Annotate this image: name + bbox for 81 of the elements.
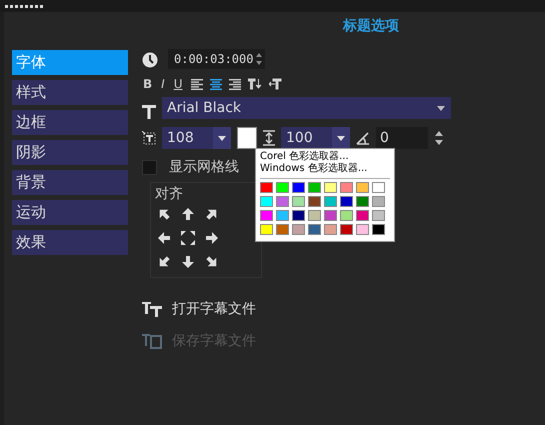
caret-icon <box>337 136 345 140</box>
spin-icon[interactable] <box>255 52 264 66</box>
color-swatch[interactable] <box>276 196 289 207</box>
sidebar-tab[interactable]: 边框 <box>12 110 128 135</box>
align-right-icon[interactable] <box>228 78 240 90</box>
color-swatch[interactable] <box>356 196 369 207</box>
color-swatch[interactable] <box>260 224 273 235</box>
color-swatch[interactable] <box>372 224 385 235</box>
color-swatch[interactable] <box>324 210 337 221</box>
color-swatch[interactable] <box>356 224 369 235</box>
timecode-field[interactable]: 0:00:03:000 <box>168 49 266 69</box>
color-swatch[interactable] <box>292 210 305 221</box>
text-size-icon <box>142 131 156 145</box>
text-color-swatch[interactable] <box>237 127 257 149</box>
rotation-field[interactable]: 0 <box>376 127 428 149</box>
checkbox-label: 显示网格线 <box>169 158 239 176</box>
color-swatch[interactable] <box>260 196 273 207</box>
color-swatch[interactable] <box>340 210 353 221</box>
open-file-icon[interactable] <box>142 301 162 317</box>
grip-icon[interactable] <box>4 2 44 10</box>
sidebar-tab[interactable]: 背景 <box>12 170 128 195</box>
color-swatch[interactable] <box>276 182 289 193</box>
spin-icon[interactable] <box>434 130 444 146</box>
bold-button[interactable]: B <box>142 77 154 91</box>
arrow-icon[interactable] <box>157 207 171 221</box>
arrow-icon[interactable] <box>157 231 171 245</box>
color-swatch[interactable] <box>276 210 289 221</box>
color-swatch[interactable] <box>372 196 385 207</box>
color-swatch[interactable] <box>276 224 289 235</box>
text-flip-icon[interactable] <box>268 78 282 90</box>
center-icon[interactable] <box>181 231 195 245</box>
color-swatch[interactable] <box>340 182 353 193</box>
color-swatch[interactable] <box>308 224 321 235</box>
arrow-icon[interactable] <box>181 255 195 269</box>
color-swatch[interactable] <box>308 210 321 221</box>
color-swatch[interactable] <box>372 182 385 193</box>
sidebar-tab[interactable]: 样式 <box>12 80 128 105</box>
open-file-link[interactable]: 打开字幕文件 <box>172 300 256 318</box>
arrow-icon[interactable] <box>205 255 219 269</box>
color-swatch[interactable] <box>308 196 321 207</box>
align-center-icon[interactable] <box>210 78 222 90</box>
color-swatch[interactable] <box>324 182 337 193</box>
color-swatch[interactable] <box>372 210 385 221</box>
color-swatch[interactable] <box>324 196 337 207</box>
sidebar-tab[interactable]: 阴影 <box>12 140 128 165</box>
color-swatch[interactable] <box>340 196 353 207</box>
dialog-title: 标题选项 <box>343 17 399 36</box>
line-spacing-icon <box>263 130 275 146</box>
text-icon <box>142 105 156 119</box>
color-swatch[interactable] <box>308 182 321 193</box>
menu-item[interactable]: Windows 色彩选取器... <box>260 163 390 175</box>
sidebar-tab[interactable]: 运动 <box>12 200 128 225</box>
font-dropdown[interactable]: Arial Black <box>162 97 451 119</box>
caret-icon <box>218 136 226 140</box>
arrow-icon[interactable] <box>157 255 171 269</box>
color-swatch[interactable] <box>292 196 305 207</box>
sidebar-tab[interactable]: 效果 <box>12 230 128 255</box>
text-direction-icon[interactable] <box>248 78 262 90</box>
align-left-icon[interactable] <box>190 78 202 90</box>
arrow-icon[interactable] <box>205 231 219 245</box>
caret-icon <box>437 106 445 110</box>
color-swatch[interactable] <box>356 210 369 221</box>
italic-button[interactable]: I <box>160 77 166 91</box>
color-swatch[interactable] <box>324 224 337 235</box>
color-swatch[interactable] <box>292 182 305 193</box>
color-swatch[interactable] <box>292 224 305 235</box>
menu-item[interactable]: Corel 色彩选取器... <box>260 151 390 163</box>
checkbox[interactable] <box>142 160 157 174</box>
group-label: 对齐 <box>155 185 184 203</box>
color-swatch[interactable] <box>260 210 273 221</box>
size-dropdown[interactable]: 108 <box>162 127 231 149</box>
angle-icon <box>356 131 370 145</box>
line-spacing-dropdown[interactable]: 100 <box>281 127 350 149</box>
color-swatch[interactable] <box>356 182 369 193</box>
clock-icon <box>142 52 158 68</box>
save-file-icon[interactable] <box>142 333 162 349</box>
underline-button[interactable]: U <box>172 77 184 91</box>
arrow-icon[interactable] <box>181 207 195 221</box>
color-swatch[interactable] <box>260 182 273 193</box>
color-swatch[interactable] <box>340 224 353 235</box>
arrow-icon[interactable] <box>205 207 219 221</box>
